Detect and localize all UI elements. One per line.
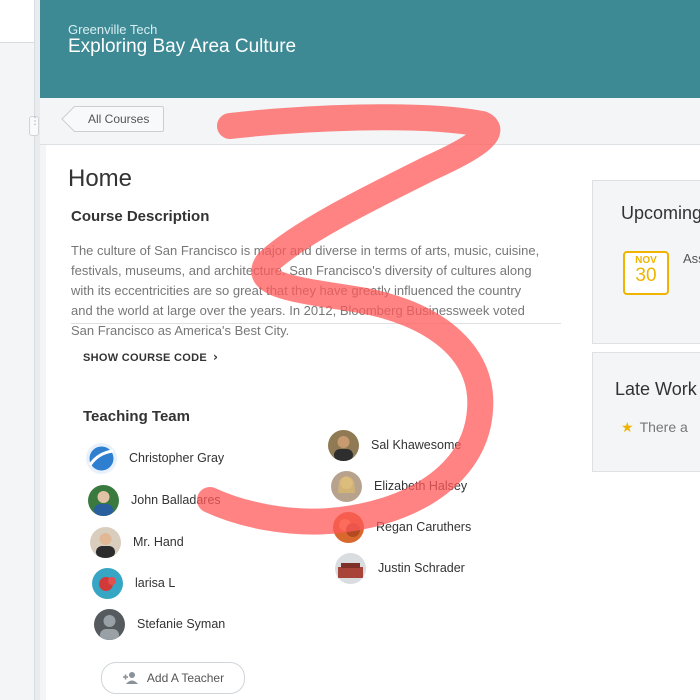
teacher-name: Justin Schrader: [378, 561, 465, 575]
course-title: Exploring Bay Area Culture: [68, 36, 297, 57]
teacher-item[interactable]: Justin Schrader: [335, 552, 465, 584]
teaching-team-heading: Teaching Team: [83, 408, 190, 425]
avatar: [94, 608, 125, 640]
late-work-title: Late Work: [615, 379, 697, 399]
teacher-name: Stefanie Syman: [137, 617, 226, 631]
show-course-code-link[interactable]: SHOW COURSE CODE ›: [83, 350, 218, 364]
add-teacher-button[interactable]: Add A Teacher: [101, 662, 245, 694]
star-icon: ★: [621, 420, 634, 436]
course-description-heading: Course Description: [71, 208, 210, 225]
upcoming-title: Upcoming: [621, 203, 700, 223]
chevron-right-icon: ›: [212, 350, 219, 364]
avatar: [86, 442, 117, 474]
teacher-name: Christopher Gray: [129, 451, 225, 465]
teacher-name: larisa L: [135, 576, 176, 590]
show-course-code-label: SHOW COURSE CODE: [83, 352, 207, 364]
late-work-panel: Late Work ★ There a: [592, 352, 700, 472]
avatar: [328, 429, 359, 461]
teacher-name: Elizabeth Halsey: [374, 479, 468, 493]
teacher-item[interactable]: Elizabeth Halsey: [331, 470, 467, 502]
breadcrumb: All Courses: [40, 98, 700, 145]
course-description-text: The culture of San Francisco is major an…: [71, 243, 540, 338]
avatar: [331, 470, 362, 502]
teacher-item[interactable]: Christopher Gray: [86, 442, 224, 474]
teacher-item[interactable]: Sal Khawesome: [328, 429, 461, 461]
course-header: Greenville Tech Exploring Bay Area Cultu…: [40, 0, 700, 98]
upcoming-item[interactable]: Assig: [683, 251, 700, 266]
add-teacher-label: Add A Teacher: [146, 671, 225, 685]
left-panel: [0, 0, 35, 700]
left-panel-tab: [0, 0, 34, 43]
avatar: [90, 526, 121, 558]
page-title: Home: [68, 165, 133, 192]
teacher-item[interactable]: Mr. Hand: [90, 526, 184, 558]
teacher-item[interactable]: Stefanie Syman: [94, 608, 225, 640]
course-app: Greenville Tech Exploring Bay Area Cultu…: [40, 0, 700, 700]
avatar: [88, 484, 119, 516]
teacher-name: Regan Caruthers: [376, 520, 472, 534]
late-work-row: ★ There a: [621, 419, 688, 436]
teacher-name: John Balladares: [131, 493, 221, 507]
org-name: Greenville Tech: [68, 22, 158, 37]
calendar-icon: NOV 30: [623, 251, 669, 295]
main-content: Home Course Description The culture of S…: [46, 145, 700, 700]
divider: [71, 323, 561, 324]
teacher-item[interactable]: larisa L: [92, 567, 175, 599]
avatar: [92, 567, 123, 599]
teacher-item[interactable]: Regan Caruthers: [333, 511, 471, 543]
add-user-icon: [122, 671, 140, 685]
late-work-text: There a: [639, 419, 688, 435]
calendar-day: 30: [635, 265, 657, 286]
teacher-name: Sal Khawesome: [371, 438, 462, 452]
avatar: [333, 511, 364, 543]
all-courses-button[interactable]: All Courses: [74, 106, 165, 132]
teacher-name: Mr. Hand: [133, 535, 184, 549]
avatar: [335, 552, 366, 584]
upcoming-panel: Upcoming NOV 30 Assig: [592, 180, 700, 344]
teacher-item[interactable]: John Balladares: [88, 484, 221, 516]
panel-resize-handle[interactable]: ⋮: [29, 116, 40, 136]
